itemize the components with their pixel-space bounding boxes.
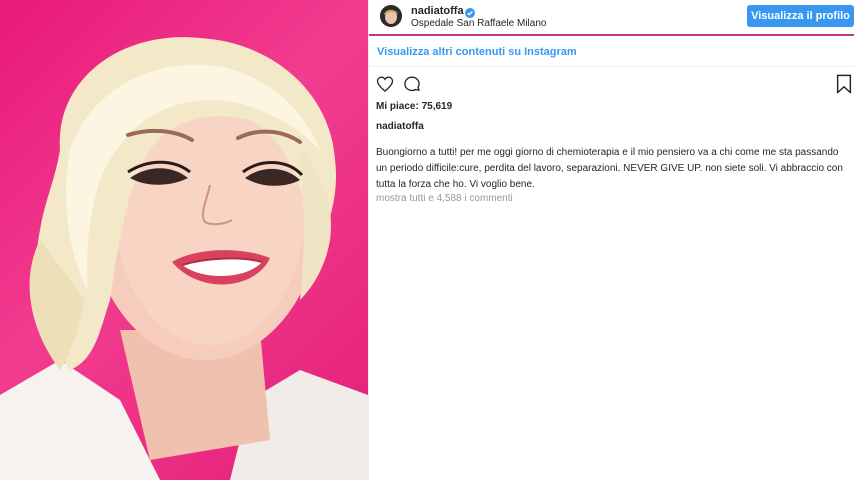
bookmark-icon[interactable]: [835, 74, 853, 99]
post-caption: Buongiorno a tutti! per me oggi giorno d…: [376, 147, 843, 190]
profile-username[interactable]: nadiatoffa: [411, 5, 464, 17]
verified-badge-icon: [465, 5, 475, 18]
view-all-comments-link[interactable]: mostra tutti e 4,588 i commenti: [376, 193, 513, 204]
portrait-illustration: [0, 37, 368, 480]
view-profile-button[interactable]: Visualizza il profilo: [747, 5, 854, 27]
divider: [369, 66, 854, 67]
post-photo: [0, 0, 368, 480]
post-header: nadiatoffa Ospedale San Raffaele Milano …: [369, 0, 854, 36]
caption-username[interactable]: nadiatoffa: [376, 121, 424, 132]
post-location[interactable]: Ospedale San Raffaele Milano: [411, 18, 546, 29]
avatar[interactable]: [380, 5, 402, 27]
more-content-link[interactable]: Visualizza altri contenuti su Instagram: [377, 46, 577, 58]
comment-icon[interactable]: [402, 74, 422, 99]
heart-icon[interactable]: [375, 74, 395, 99]
likes-count[interactable]: Mi piace: 75,619: [376, 101, 452, 112]
post-info-panel: nadiatoffa Ospedale San Raffaele Milano …: [368, 0, 854, 480]
